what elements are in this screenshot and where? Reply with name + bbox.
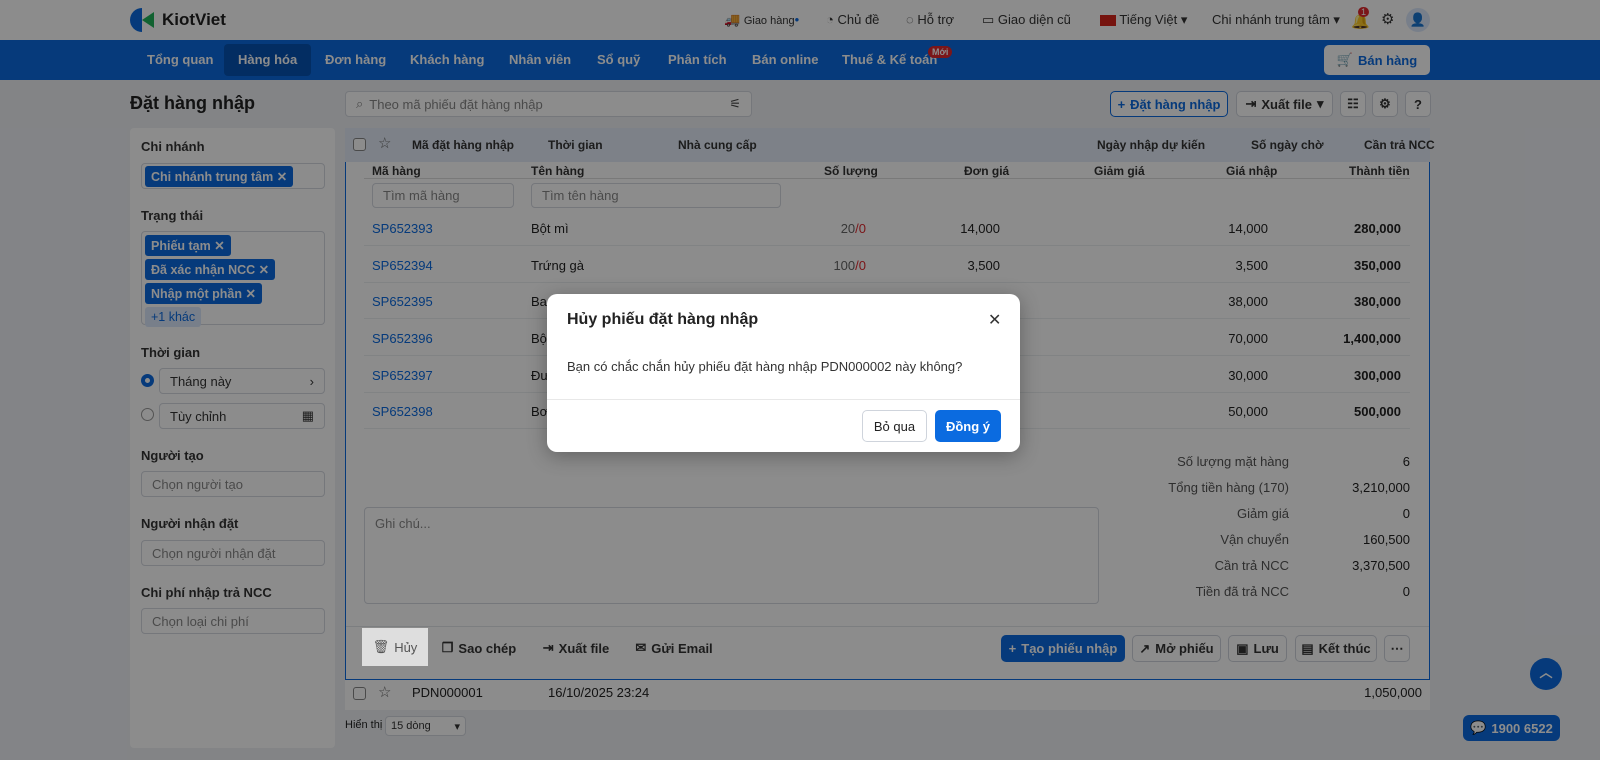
- dialog-message: Bạn có chắc chắn hủy phiếu đặt hàng nhập…: [567, 359, 963, 374]
- cancel-order-dialog: Hủy phiếu đặt hàng nhập ✕ Bạn có chắc ch…: [547, 294, 1020, 452]
- cancel-order-button[interactable]: 🗑 Hủy: [362, 628, 428, 666]
- dialog-title: Hủy phiếu đặt hàng nhập: [567, 311, 759, 328]
- confirm-button[interactable]: Đồng ý: [935, 410, 1001, 442]
- close-icon[interactable]: ✕: [988, 310, 1001, 330]
- trash-icon: 🗑: [372, 639, 390, 654]
- divider: [547, 399, 1020, 400]
- skip-button[interactable]: Bỏ qua: [862, 410, 927, 442]
